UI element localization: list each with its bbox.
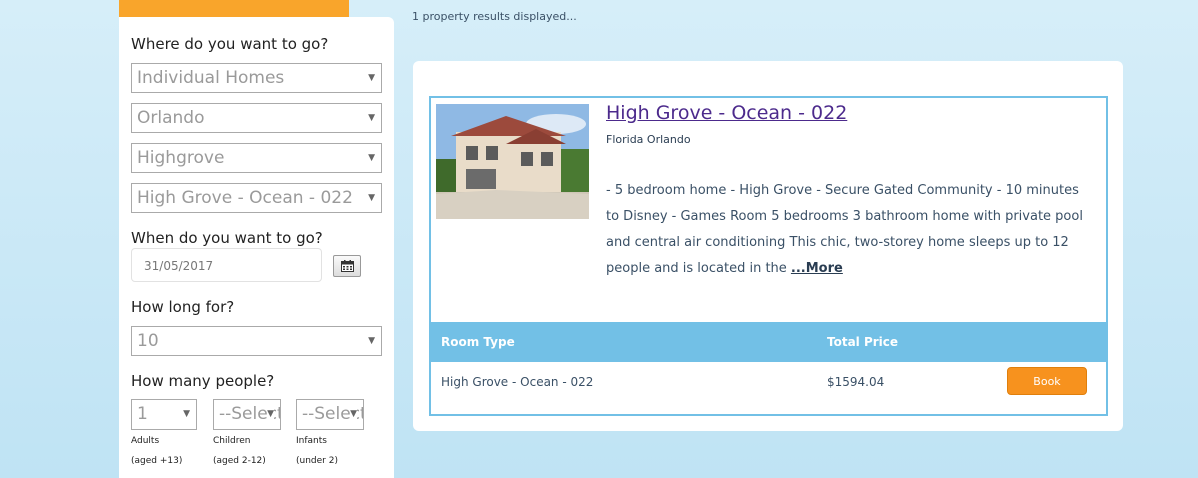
city-value: Orlando <box>137 108 205 128</box>
chevron-down-icon: ▼ <box>267 409 274 419</box>
property-type-value: Individual Homes <box>137 68 285 88</box>
adults-label: Adults <box>131 436 160 446</box>
property-card: High Grove - Ocean - 022 Florida Orlando… <box>429 96 1108 416</box>
children-label: Children <box>213 436 251 446</box>
chevron-down-icon: ▼ <box>183 409 190 419</box>
results-panel: High Grove - Ocean - 022 Florida Orlando… <box>413 61 1123 431</box>
chevron-down-icon: ▼ <box>368 113 375 123</box>
adults-select[interactable]: 1 ▼ <box>131 399 197 430</box>
howlong-label: How long for? <box>131 298 235 316</box>
community-select[interactable]: Highgrove ▼ <box>131 143 382 173</box>
where-label: Where do you want to go? <box>131 35 329 53</box>
city-select[interactable]: Orlando ▼ <box>131 103 382 133</box>
property-title-link[interactable]: High Grove - Ocean - 022 <box>606 102 847 124</box>
chevron-down-icon: ▼ <box>368 193 375 203</box>
nights-select[interactable]: 10 ▼ <box>131 326 382 356</box>
col-room-type: Room Type <box>441 335 515 349</box>
chevron-down-icon: ▼ <box>368 73 375 83</box>
adults-value: 1 <box>137 404 148 424</box>
people-label: How many people? <box>131 372 275 390</box>
children-age-note: (aged 2-12) <box>213 456 266 466</box>
property-photo[interactable] <box>436 104 589 219</box>
sidebar-top-accent <box>119 0 349 17</box>
property-description: - 5 bedroom home - High Grove - Secure G… <box>606 178 1096 282</box>
infants-select[interactable]: --Select-- ▼ <box>296 399 364 430</box>
community-value: Highgrove <box>137 148 225 168</box>
chevron-down-icon: ▼ <box>350 409 357 419</box>
when-label: When do you want to go? <box>131 229 323 247</box>
property-type-select[interactable]: Individual Homes ▼ <box>131 63 382 93</box>
calendar-icon <box>340 260 354 272</box>
row-room-type: High Grove - Ocean - 022 <box>441 375 594 389</box>
adults-age-note: (aged +13) <box>131 456 183 466</box>
property-value: High Grove - Ocean - 022 <box>137 188 353 208</box>
rates-table-header: Room Type Total Price <box>431 322 1106 362</box>
date-input[interactable]: 31/05/2017 <box>131 248 322 282</box>
row-total-price: $1594.04 <box>827 375 885 389</box>
search-sidebar: Where do you want to go? Individual Home… <box>119 17 394 478</box>
property-location: Florida Orlando <box>606 133 691 146</box>
house-image <box>436 104 589 219</box>
infants-age-note: (under 2) <box>296 456 338 466</box>
nights-value: 10 <box>137 331 159 351</box>
results-count: 1 property results displayed... <box>412 10 577 23</box>
col-total-price: Total Price <box>827 335 899 349</box>
infants-label: Infants <box>296 436 327 446</box>
chevron-down-icon: ▼ <box>368 336 375 346</box>
property-description-text: - 5 bedroom home - High Grove - Secure G… <box>606 183 1083 276</box>
more-link[interactable]: ...More <box>791 261 843 276</box>
property-select[interactable]: High Grove - Ocean - 022 ▼ <box>131 183 382 213</box>
chevron-down-icon: ▼ <box>368 153 375 163</box>
children-select[interactable]: --Select-- ▼ <box>213 399 281 430</box>
book-button[interactable]: Book <box>1007 367 1087 395</box>
calendar-button[interactable] <box>333 255 361 277</box>
